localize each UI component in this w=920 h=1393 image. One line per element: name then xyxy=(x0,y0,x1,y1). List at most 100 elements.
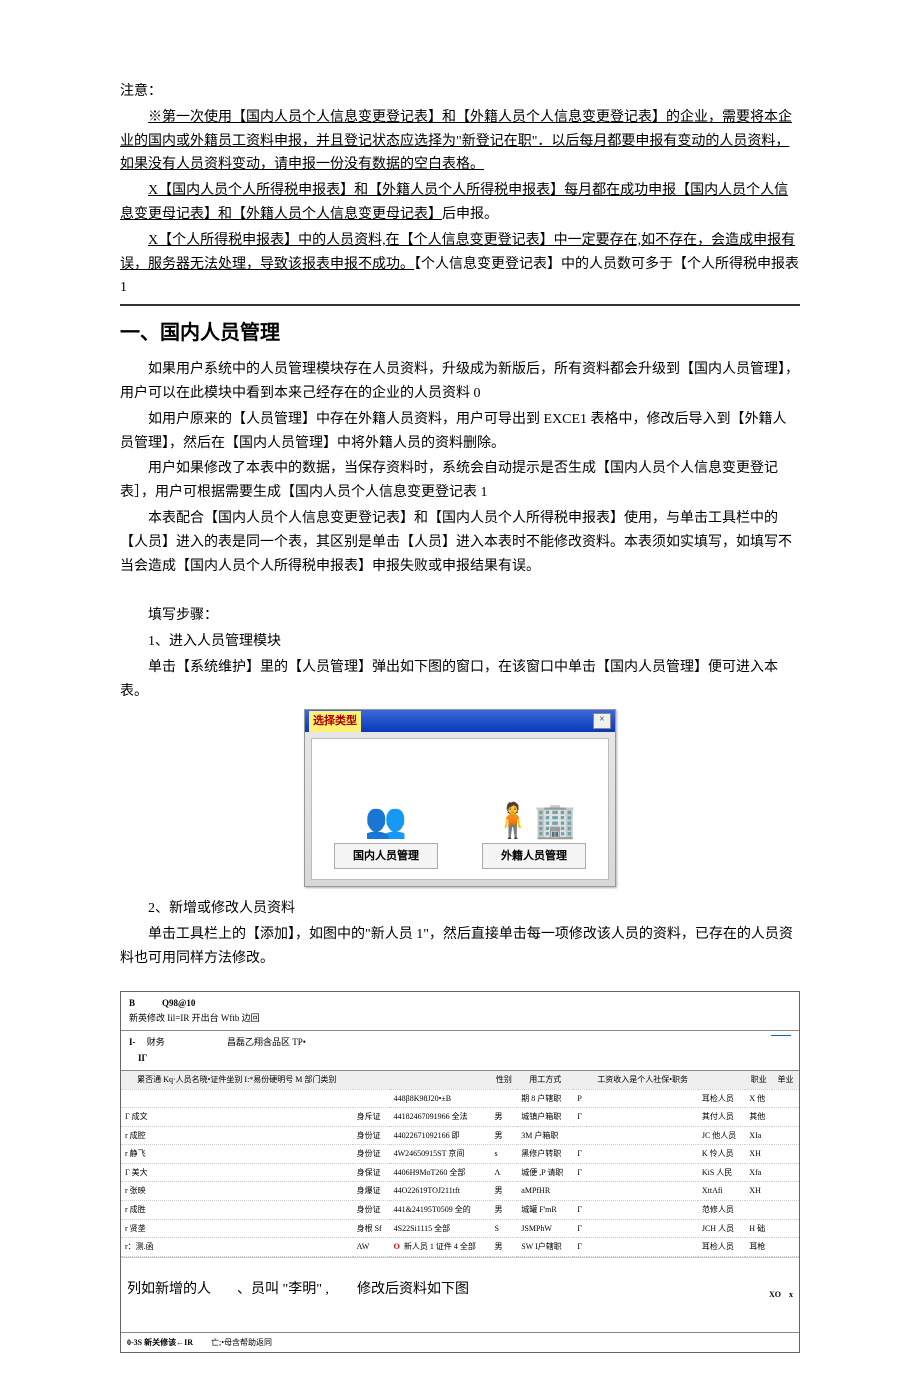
notice-paragraph-2: X【国内人员个人所得税申报表】和【外籍人员个人所得税申报表】每月都在成功申报【国… xyxy=(120,179,800,227)
table-cell: 男 xyxy=(490,1201,517,1220)
section-paragraph-4: 本表配合【国内人员个人信息变更登记表】和【国内人员个人所得税申报表】使用，与单击… xyxy=(120,507,800,578)
table-cell: 4W24650915ST 京间 xyxy=(390,1145,491,1164)
table-header-cell: 单业 xyxy=(772,1071,799,1089)
table-cell xyxy=(587,1219,697,1238)
table-cell: r 贤垄 xyxy=(121,1219,353,1238)
table-row: r 成胜身份证441&24195T0509 全的男城罐 F'mRΓ范修人员 xyxy=(121,1201,799,1220)
table-cell: Λ xyxy=(490,1163,517,1182)
table-cell: Γ 美大 xyxy=(121,1163,353,1182)
table-cell: r 成胜 xyxy=(121,1201,353,1220)
table-cell: 耳检人员 xyxy=(698,1089,745,1108)
table-cell xyxy=(587,1089,697,1108)
table-cell: Γ xyxy=(573,1219,587,1238)
dialog-titlebar: 选择类型 × xyxy=(305,710,615,732)
table-cell xyxy=(587,1201,697,1220)
table-cell: 其付人员 xyxy=(698,1108,745,1127)
table-cell: H 础 xyxy=(745,1219,772,1238)
table-cell: Γ xyxy=(573,1238,587,1257)
table-cell: S xyxy=(490,1219,517,1238)
table-cell: 城镇户箱职 xyxy=(517,1108,573,1127)
figure-bar2-a: I- xyxy=(129,1037,136,1047)
step-2-text: 单击工具栏上的【添加】，如图中的"新人员 1"，然后直接单击每一项修改该人员的资… xyxy=(120,923,800,971)
table-cell xyxy=(587,1238,697,1257)
dialog-body: 👥 国内人员管理 🧍🏢 外籍人员管理 xyxy=(311,738,609,880)
section-paragraph-3: 用户如果修改了本表中的数据，当保存资料时，系统会自动提示是否生成【国内人员个人信… xyxy=(120,457,800,505)
figure-note-right: 修改后资料如下图 xyxy=(357,1278,769,1302)
table-cell: JCH 人员 xyxy=(698,1219,745,1238)
table-header-cell xyxy=(573,1071,587,1089)
table-cell xyxy=(772,1089,799,1108)
table-cell: KiS 人民 xyxy=(698,1163,745,1182)
table-cell: 身份证 xyxy=(353,1145,390,1164)
table-cell: 44182467091966 全法 xyxy=(390,1108,491,1127)
table-cell: Γ xyxy=(573,1145,587,1164)
table-cell xyxy=(745,1201,772,1220)
table-cell: XH xyxy=(745,1182,772,1201)
steps-heading: 填写步骤： xyxy=(120,604,800,628)
section-paragraph-1: 如果用户系统中的人员管理模块存在人员资料，升级成为新版后，所有资料都会升级到【国… xyxy=(120,358,800,406)
table-cell xyxy=(587,1108,697,1127)
table-cell: Xfa xyxy=(745,1163,772,1182)
figure-note-row: 列如新增的人 、员叫 "李明" , 修改后资料如下图 XO x xyxy=(121,1257,799,1332)
dialog-item-domestic-label: 国内人员管理 xyxy=(334,843,438,870)
table-cell: X 他 xyxy=(745,1089,772,1108)
table-cell: 身斥证 xyxy=(353,1108,390,1127)
notice-paragraph-1: ※第一次使用【国内人员个人信息变更登记表】和【外籍人员个人信息变更登记表】的企业… xyxy=(120,106,800,177)
table-cell: 3M 户箱职 xyxy=(517,1126,573,1145)
table-cell: 44O22619TOJ211tft xyxy=(390,1182,491,1201)
table-cell: s xyxy=(490,1145,517,1164)
figure-bar2-c: 昌磊乙翔含品区 TP• xyxy=(227,1037,306,1047)
table-cell xyxy=(587,1182,697,1201)
table-cell xyxy=(772,1219,799,1238)
table-cell: XttAfi xyxy=(698,1182,745,1201)
table-cell: JC 他人员 xyxy=(698,1126,745,1145)
table-cell xyxy=(772,1126,799,1145)
table-cell: r 成腔 xyxy=(121,1126,353,1145)
figure-secondbar: I- 财务 昌磊乙翔含品区 TP• IΓ xyxy=(121,1031,799,1071)
table-cell: 城罐 F'mR xyxy=(517,1201,573,1220)
table-cell: JSMPhW xyxy=(517,1219,573,1238)
table-cell: 身根 Sf xyxy=(353,1219,390,1238)
dialog-item-domestic[interactable]: 👥 国内人员管理 xyxy=(326,805,446,870)
figure-note-far-right: XO x xyxy=(769,1288,793,1302)
table-cell: 范修人员 xyxy=(698,1201,745,1220)
table-cell: 男 xyxy=(490,1126,517,1145)
figure-topbar: B Q98@10 新英修改 Iil=IR 开出台 Wftb 边回 xyxy=(121,992,799,1032)
table-header-cell: 性别 xyxy=(490,1071,517,1089)
table-cell: 男 xyxy=(490,1182,517,1201)
table-header-cell xyxy=(698,1071,745,1089)
table-row: r 成腔身份证44022671092166 即男3M 户箱职JC 他人员XIa xyxy=(121,1126,799,1145)
table-cell: 耳检人员 xyxy=(698,1238,745,1257)
table-row: 448β8K98J20•±B期 8 户辖职P耳检人员X 他 xyxy=(121,1089,799,1108)
step-1-text: 单击【系统维护】里的【人员管理】弹出如下图的窗口，在该窗口中单击【国内人员管理】… xyxy=(120,656,800,704)
table-cell xyxy=(587,1163,697,1182)
table-cell: 448β8K98J20•±B xyxy=(390,1089,491,1108)
table-cell: O 新人员 1 证件 4 全部 xyxy=(390,1238,491,1257)
table-cell: r 张映 xyxy=(121,1182,353,1201)
blue-line-icon xyxy=(771,1035,791,1066)
table-cell: XIa xyxy=(745,1126,772,1145)
figure-footer-mid: 亡;•母含帮助返同 xyxy=(211,1338,272,1347)
dialog-close-button[interactable]: × xyxy=(593,713,611,729)
table-cell: 身保证 xyxy=(353,1163,390,1182)
figure-top-line1: B Q98@10 xyxy=(129,998,195,1008)
table-row: r 张映身爆证44O22619TOJ211tft男aMPfHRXttAfiXH xyxy=(121,1182,799,1201)
table-cell xyxy=(121,1089,353,1108)
table-cell: 44022671092166 即 xyxy=(390,1126,491,1145)
figure-note-left: 列如新增的人 xyxy=(127,1278,237,1302)
table-cell xyxy=(353,1089,390,1108)
notice-paragraph-3: X【个人所得税申报表】中的人员资料,在【个人信息变更登记表】中一定要存在,如不存… xyxy=(120,229,800,300)
table-cell: Γ xyxy=(573,1163,587,1182)
table-cell xyxy=(573,1126,587,1145)
dialog-item-foreign[interactable]: 🧍🏢 外籍人员管理 xyxy=(474,805,594,870)
figure-footer: 0-3S 新关修该←IR 亡;•母含帮助返同 xyxy=(121,1332,799,1353)
section-divider xyxy=(120,304,800,306)
table-row: r：测.函AWO 新人员 1 证件 4 全部男SW I户辖职Γ耳检人员耳枪 xyxy=(121,1238,799,1257)
step-2-title: 2、新增或修改人员资料 xyxy=(120,897,800,921)
table-cell xyxy=(587,1145,697,1164)
figure-note-mid: 、员叫 "李明" , xyxy=(237,1278,357,1302)
table-cell: Γ xyxy=(573,1201,587,1220)
table-row: r 贤垄身根 Sf4S22Si1115 全部SJSMPhWΓ JCH 人员H 础 xyxy=(121,1219,799,1238)
table-cell: 4S22Si1115 全部 xyxy=(390,1219,491,1238)
table-cell: 4406H9MoT260 全部 xyxy=(390,1163,491,1182)
